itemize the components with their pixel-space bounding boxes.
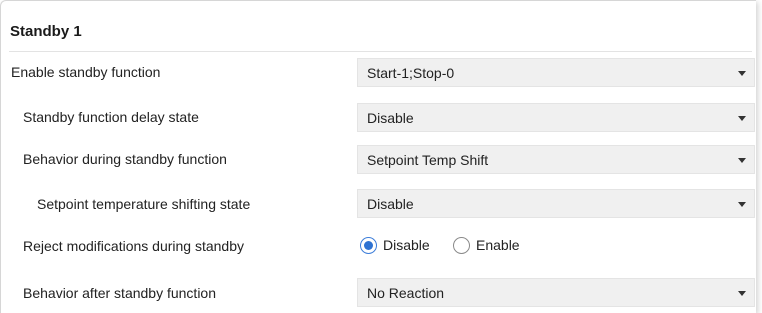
behavior-during-standby-value: Setpoint Temp Shift bbox=[367, 152, 489, 168]
radio-disable-label[interactable]: Disable bbox=[383, 237, 430, 253]
reject-modifications-label: Reject modifications during standby bbox=[23, 238, 245, 254]
settings-panel: Standby 1 Enable standby function Start-… bbox=[0, 0, 756, 313]
chevron-down-icon bbox=[738, 202, 746, 207]
behavior-during-standby-dropdown[interactable]: Setpoint Temp Shift bbox=[357, 145, 755, 174]
setpoint-shift-state-value: Disable bbox=[367, 196, 414, 212]
chevron-down-icon bbox=[738, 291, 746, 296]
standby-delay-state-value: Disable bbox=[367, 110, 414, 126]
title-divider bbox=[9, 51, 752, 52]
behavior-after-standby-value: No Reaction bbox=[367, 285, 445, 301]
behavior-during-standby-label: Behavior during standby function bbox=[23, 151, 227, 167]
radio-disable-circle[interactable] bbox=[360, 237, 377, 254]
section-title: Standby 1 bbox=[10, 23, 82, 40]
chevron-down-icon bbox=[738, 158, 746, 163]
radio-enable-label[interactable]: Enable bbox=[476, 237, 520, 253]
setpoint-shift-state-dropdown[interactable]: Disable bbox=[357, 189, 755, 218]
enable-standby-label: Enable standby function bbox=[11, 64, 161, 80]
radio-enable-circle[interactable] bbox=[453, 237, 470, 254]
enable-standby-dropdown[interactable]: Start-1;Stop-0 bbox=[357, 58, 755, 87]
enable-standby-value: Start-1;Stop-0 bbox=[367, 65, 455, 81]
standby-delay-state-label: Standby function delay state bbox=[23, 109, 199, 125]
chevron-down-icon bbox=[738, 116, 746, 121]
setpoint-shift-state-label: Setpoint temperature shifting state bbox=[37, 196, 251, 212]
behavior-after-standby-dropdown[interactable]: No Reaction bbox=[357, 278, 755, 307]
chevron-down-icon bbox=[738, 71, 746, 76]
standby-delay-state-dropdown[interactable]: Disable bbox=[357, 103, 755, 132]
behavior-after-standby-label: Behavior after standby function bbox=[23, 285, 217, 301]
